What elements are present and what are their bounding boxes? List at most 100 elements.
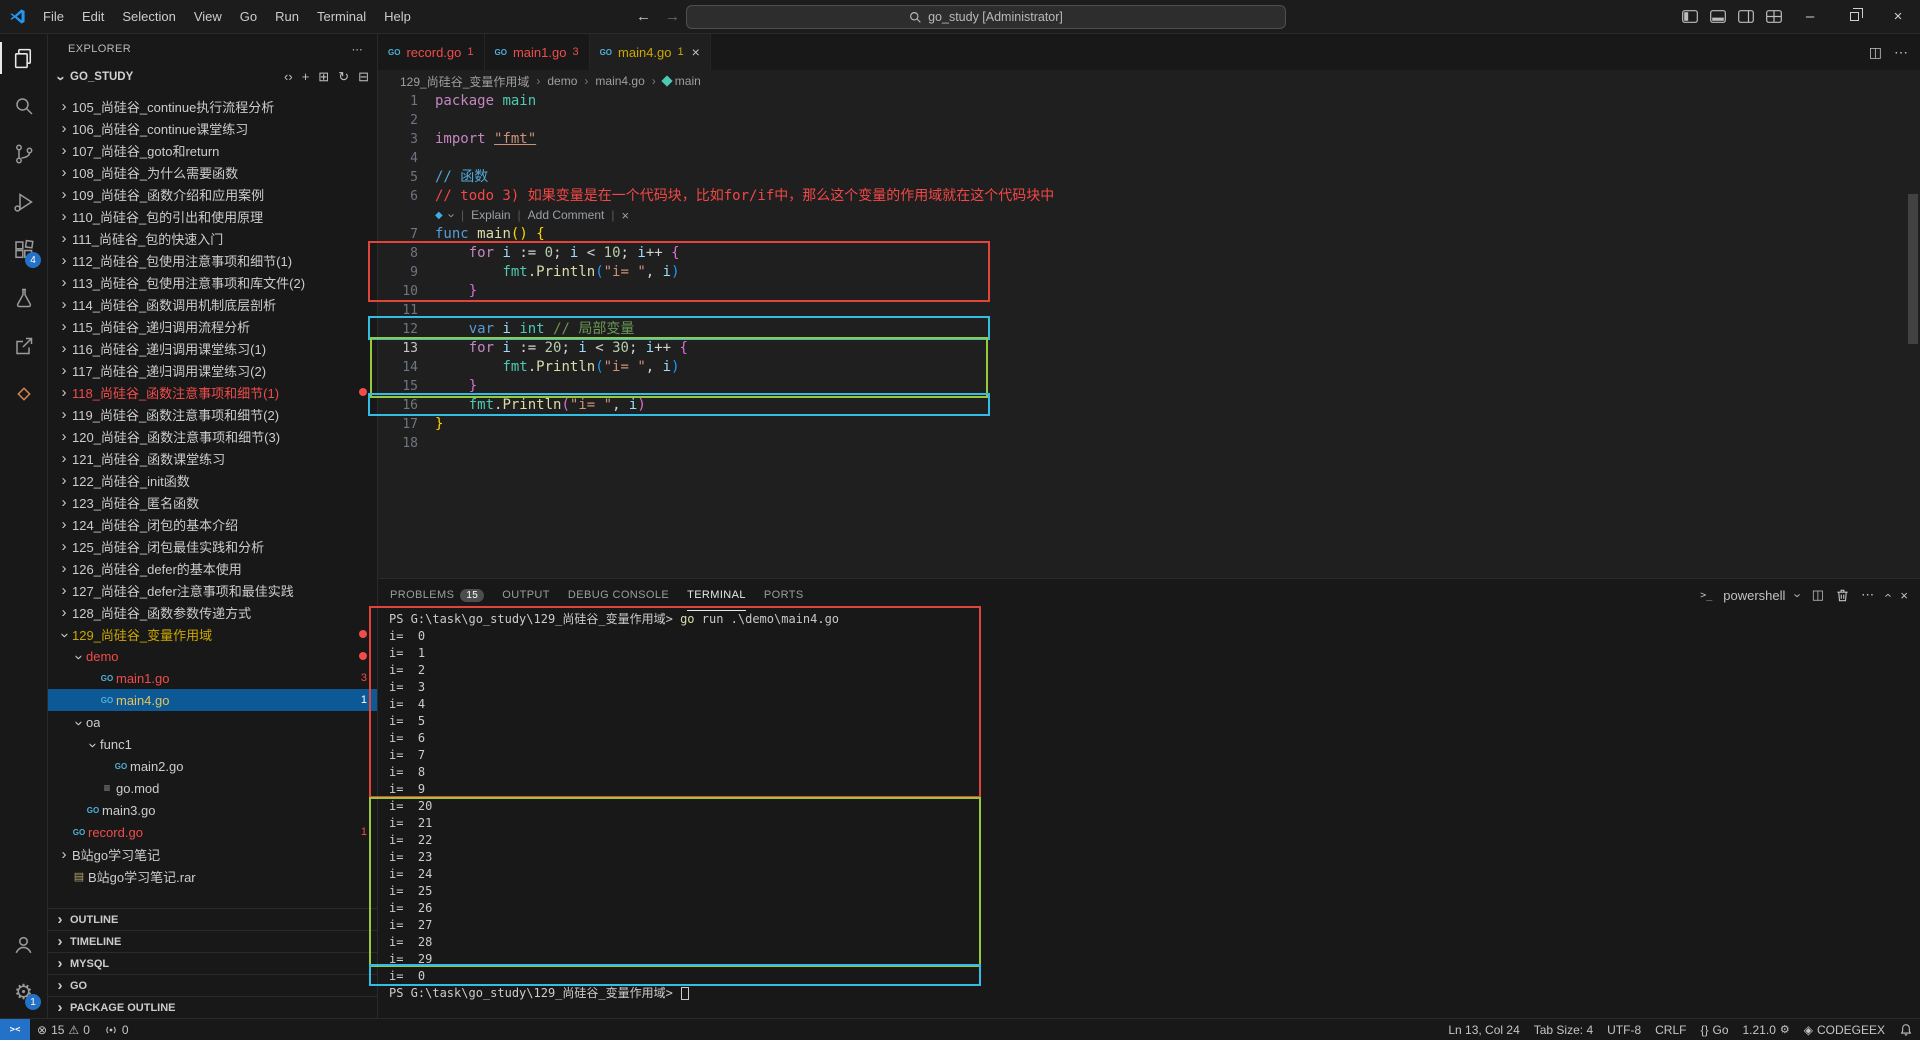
new-file-icon[interactable]: + [302, 69, 310, 85]
menu-view[interactable]: View [185, 5, 231, 28]
editor-more-icon[interactable]: ⋯ [1894, 44, 1908, 61]
indentation[interactable]: Tab Size: 4 [1527, 1019, 1600, 1040]
breadcrumb-item[interactable]: main [661, 74, 701, 88]
tree-item[interactable]: ▤ B站go学习笔记.rar [48, 865, 377, 887]
menu-help[interactable]: Help [375, 5, 420, 28]
tab-record.go[interactable]: GO record.go 1 [378, 34, 485, 70]
tree-item[interactable]: › 112_尚硅谷_包使用注意事项和细节(1) [48, 249, 377, 271]
explorer-section-header[interactable]: › GO_STUDY ‹› + ⊞ ↻ ⊟ [48, 64, 377, 90]
tree-item[interactable]: › oa [48, 711, 377, 733]
tree-item[interactable]: GO main3.go [48, 799, 377, 821]
menu-file[interactable]: File [34, 5, 73, 28]
sidebar-section-mysql[interactable]: › MYSQL [48, 952, 377, 974]
toggle-secondary-sidebar-icon[interactable] [1732, 0, 1760, 33]
minimize-button[interactable]: – [1788, 0, 1832, 33]
tree-item[interactable]: › 117_尚硅谷_递归调用课堂练习(2) [48, 359, 377, 381]
command-center-search[interactable]: go_study [Administrator] [686, 5, 1286, 29]
chevron-down-icon[interactable]: › [442, 213, 461, 217]
go-tools-icon[interactable]: ‹› [284, 69, 293, 85]
notifications-bell[interactable] [1892, 1019, 1920, 1040]
search-sidebar-icon[interactable] [0, 82, 47, 130]
encoding[interactable]: UTF-8 [1600, 1019, 1648, 1040]
codegeex-status[interactable]: ◈ CODEGEEX [1797, 1019, 1892, 1040]
tree-item[interactable]: › 121_尚硅谷_函数课堂练习 [48, 447, 377, 469]
menu-terminal[interactable]: Terminal [308, 5, 375, 28]
terminal-output[interactable]: PS G:\task\go_study\129_尚硅谷_变量作用域> go ru… [378, 611, 1920, 1018]
run-debug-icon[interactable] [0, 178, 47, 226]
tree-item[interactable]: › 129_尚硅谷_变量作用域 [48, 623, 377, 645]
panel-tab-output[interactable]: OUTPUT [502, 579, 550, 611]
remote-indicator[interactable]: >< [0, 1019, 30, 1040]
account-icon[interactable] [0, 920, 47, 968]
tree-item[interactable]: › func1 [48, 733, 377, 755]
close-panel-icon[interactable]: × [1900, 588, 1908, 603]
tree-item[interactable]: › 122_尚硅谷_init函数 [48, 469, 377, 491]
close-button[interactable]: × [1876, 0, 1920, 33]
restore-button[interactable] [1832, 0, 1876, 33]
breadcrumb-item[interactable]: demo [547, 74, 577, 88]
language-mode[interactable]: {} Go [1693, 1019, 1735, 1040]
panel-tab-ports[interactable]: PORTS [764, 579, 804, 611]
tree-item[interactable]: › 125_尚硅谷_闭包最佳实践和分析 [48, 535, 377, 557]
tree-item[interactable]: GO main2.go [48, 755, 377, 777]
codegeex-icon[interactable] [0, 370, 47, 418]
tree-item[interactable]: › 127_尚硅谷_defer注意事项和最佳实践 [48, 579, 377, 601]
sidebar-section-package-outline[interactable]: › PACKAGE OUTLINE [48, 996, 377, 1018]
customize-layout-icon[interactable] [1760, 0, 1788, 33]
toggle-panel-icon[interactable] [1704, 0, 1732, 33]
tree-item[interactable]: › 110_尚硅谷_包的引出和使用原理 [48, 205, 377, 227]
menu-selection[interactable]: Selection [113, 5, 184, 28]
add-comment-button[interactable]: Add Comment [528, 206, 605, 225]
code-editor[interactable]: 1 package main 2 3 import "fmt" 4 5 // 函数 6 // to… [378, 92, 1920, 578]
editor-scrollbar[interactable] [1908, 194, 1918, 344]
refresh-icon[interactable]: ↻ [338, 69, 349, 85]
tab-main4.go[interactable]: GO main4.go 1 × [589, 34, 711, 70]
explain-button[interactable]: Explain [471, 206, 510, 225]
tree-item[interactable]: › 116_尚硅谷_递归调用课堂练习(1) [48, 337, 377, 359]
ports-indicator[interactable]: 0 [97, 1019, 136, 1040]
sidebar-section-timeline[interactable]: › TIMELINE [48, 930, 377, 952]
tree-item[interactable]: › demo [48, 645, 377, 667]
menu-edit[interactable]: Edit [73, 5, 113, 28]
shell-dropdown-icon[interactable]: › [1791, 593, 1806, 597]
breadcrumb-item[interactable]: main4.go [595, 74, 644, 88]
go-version[interactable]: 1.21.0 ⚙ [1736, 1019, 1797, 1040]
tree-item[interactable]: › 109_尚硅谷_函数介绍和应用案例 [48, 183, 377, 205]
tree-item[interactable]: › 106_尚硅谷_continue课堂练习 [48, 117, 377, 139]
tree-item[interactable]: › 111_尚硅谷_包的快速入门 [48, 227, 377, 249]
tree-item[interactable]: › 114_尚硅谷_函数调用机制底层剖析 [48, 293, 377, 315]
tree-item[interactable]: GO main4.go 1 [48, 689, 377, 711]
extensions-icon[interactable]: 4 [0, 226, 47, 274]
breadcrumb-item[interactable]: 129_尚硅谷_变量作用域 [400, 73, 529, 90]
share-icon[interactable] [0, 322, 47, 370]
tree-item[interactable]: ≡ go.mod [48, 777, 377, 799]
tree-item[interactable]: › 126_尚硅谷_defer的基本使用 [48, 557, 377, 579]
tree-item[interactable]: GO main1.go 3 [48, 667, 377, 689]
cursor-position[interactable]: Ln 13, Col 24 [1441, 1019, 1526, 1040]
explorer-icon[interactable] [0, 34, 47, 82]
forward-icon[interactable]: → [665, 8, 680, 25]
panel-tab-terminal[interactable]: TERMINAL [687, 579, 746, 611]
problems-indicator[interactable]: ⊗ 15 ⚠ 0 [30, 1019, 97, 1040]
tree-item[interactable]: › 113_尚硅谷_包使用注意事项和库文件(2) [48, 271, 377, 293]
tree-item[interactable]: › 115_尚硅谷_递归调用流程分析 [48, 315, 377, 337]
tree-item[interactable]: › B站go学习笔记 [48, 843, 377, 865]
tree-item[interactable]: › 105_尚硅谷_continue执行流程分析 [48, 95, 377, 117]
tree-item[interactable]: › 128_尚硅谷_函数参数传递方式 [48, 601, 377, 623]
toggle-sidebar-icon[interactable] [1676, 0, 1704, 33]
menu-go[interactable]: Go [231, 5, 266, 28]
tree-item[interactable]: GO record.go 1 [48, 821, 377, 843]
tree-item[interactable]: › 107_尚硅谷_goto和return [48, 139, 377, 161]
tab-main1.go[interactable]: GO main1.go 3 [484, 34, 590, 70]
tree-item[interactable]: › 119_尚硅谷_函数注意事项和细节(2) [48, 403, 377, 425]
trash-icon[interactable] [1835, 588, 1850, 603]
testing-icon[interactable] [0, 274, 47, 322]
tree-item[interactable]: › 123_尚硅谷_匿名函数 [48, 491, 377, 513]
eol-indicator[interactable]: CRLF [1648, 1019, 1693, 1040]
source-control-icon[interactable] [0, 130, 47, 178]
settings-gear-icon[interactable]: ⚙ 1 [0, 968, 47, 1016]
sidebar-section-go[interactable]: › GO [48, 974, 377, 996]
menu-run[interactable]: Run [266, 5, 308, 28]
panel-tab-problems[interactable]: PROBLEMS 15 [390, 579, 485, 611]
maximize-panel-icon[interactable]: › [1880, 593, 1895, 597]
